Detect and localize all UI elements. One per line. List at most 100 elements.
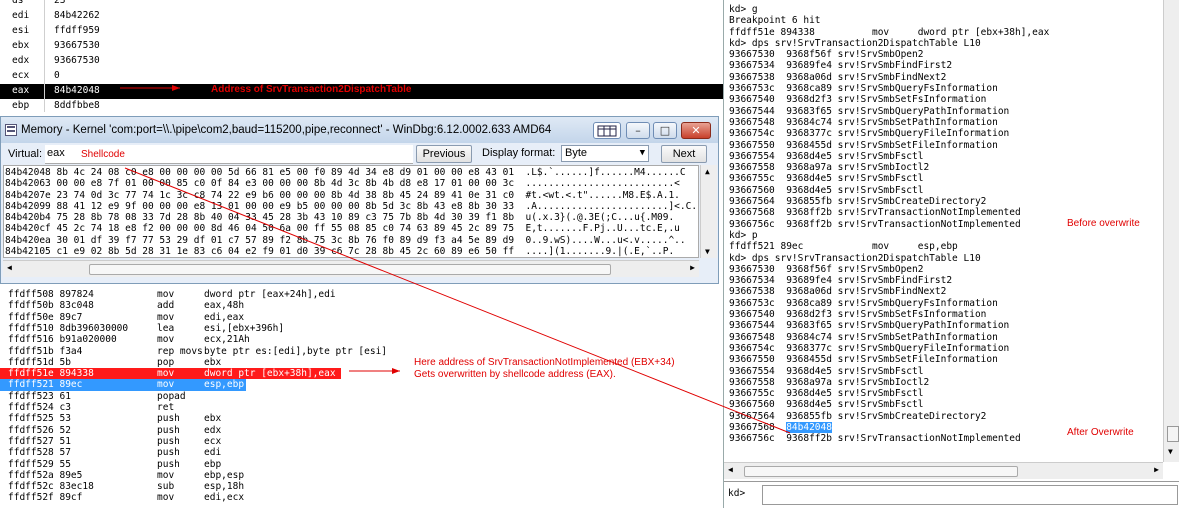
registers-pane: ds 23 edi 84b42262 esi ffdff959 ebx 93667530 edx…	[0, 0, 723, 112]
command-line-text: 93667564 936855fb srv!SrvSmbCreateDirect…	[729, 196, 987, 208]
command-line-text: 93667534 93689fe4 srv!SrvSmbFindFirst2	[729, 60, 953, 72]
command-output-line: 93667534 93689fe4 srv!SrvSmbFindFirst2	[729, 275, 1049, 286]
register-value: 93667530	[54, 40, 100, 51]
memory-toolbar: Virtual: eax Shellcode Previous Display …	[1, 143, 718, 165]
register-value: 8ddfbbe8	[54, 100, 100, 111]
virtual-input[interactable]: eax Shellcode	[45, 145, 413, 164]
grid-icon[interactable]	[593, 122, 621, 139]
command-line-text: 93667560 9368d4e5 srv!SrvSmbFsctl	[729, 184, 924, 196]
disasm-address: ffdff510 8db396030000	[8, 322, 129, 334]
register-row-esi[interactable]: esi ffdff959	[0, 24, 723, 39]
disasm-address: ffdff51e 894338	[8, 368, 94, 380]
command-line-text: 9366754c 9368377c srv!SrvSmbQueryFileInf…	[729, 128, 1010, 140]
disasm-mnemonic: push	[157, 435, 180, 447]
command-line-text: kd> dps srv!SrvTransaction2DispatchTable…	[729, 252, 981, 264]
disasm-operands: esp,ebp	[204, 379, 245, 391]
command-output-line: 93667534 93689fe4 srv!SrvSmbFindFirst2	[729, 60, 1049, 71]
display-format-label: Display format:	[482, 147, 556, 159]
register-row-ds[interactable]: ds 23	[0, 0, 723, 9]
command-output-line: 93667548 93684c74 srv!SrvSmbSetPathInfor…	[729, 117, 1049, 128]
command-output-line: 93667554 9368d4e5 srv!SrvSmbFsctl	[729, 151, 1049, 162]
disasm-address: ffdff52a 89e5	[8, 469, 83, 481]
command-input[interactable]	[762, 485, 1178, 505]
disasm-mnemonic: push	[157, 424, 180, 436]
command-output-line: kd> g	[729, 4, 1049, 15]
register-row-ebp[interactable]: ebp 8ddfbbe8	[0, 99, 723, 112]
memory-title-bar[interactable]: Memory - Kernel 'com:port=\\.\pipe\com2,…	[1, 117, 718, 143]
disasm-address: ffdff52c 83ec18	[8, 481, 94, 493]
disasm-address: ffdff521 89ec	[8, 379, 83, 391]
command-line-text: 93667558 9368a97a srv!SrvSmbIoctl2	[729, 376, 930, 388]
memory-dump[interactable]: 84b42048 8b 4c 24 08 c0 e8 00 00 00 00 5…	[3, 165, 699, 258]
memory-vertical-scrollbar[interactable]: ▲ ▼	[700, 165, 717, 258]
disasm-address: ffdff50e 89c7	[8, 311, 83, 323]
command-output-line: ffdff521 89ec mov esp,ebp	[729, 241, 1049, 252]
command-prompt: kd>	[728, 488, 746, 499]
disasm-operands: edi,eax	[204, 311, 245, 323]
command-line-text: 93667530 9368f56f srv!SrvSmbOpen2	[729, 49, 924, 61]
command-horizontal-scrollbar[interactable]: ◀ ▶	[724, 462, 1163, 479]
command-output-line: 93667544 93683f65 srv!SrvSmbQueryPathInf…	[729, 320, 1049, 331]
command-output-line: 9366754c 9368377c srv!SrvSmbQueryFileInf…	[729, 128, 1049, 139]
disasm-row[interactable]: ffdff51e 894338 mov dword ptr [ebx+38h],ea…	[0, 368, 341, 380]
command-line-text: kd> p	[729, 229, 758, 241]
disasm-address: ffdff516 b91a020000	[8, 334, 117, 346]
command-output-line: 9366753c 9368ca89 srv!SrvSmbQueryFsInfor…	[729, 83, 1049, 94]
memory-row: 84b42099 88 41 12 e9 9f 00 00 00 e8 13 0…	[5, 200, 699, 212]
command-line-text: 93667544 93683f65 srv!SrvSmbQueryPathInf…	[729, 320, 1010, 332]
register-row-ebx[interactable]: ebx 93667530	[0, 39, 723, 54]
command-output-line: 93667530 9368f56f srv!SrvSmbOpen2	[729, 49, 1049, 60]
disasm-row[interactable]: ffdff521 89ec mov esp,ebp	[0, 379, 246, 391]
command-output-line: 93667540 9368d2f3 srv!SrvSmbSetFsInforma…	[729, 309, 1049, 320]
command-line-text: 93667534 93689fe4 srv!SrvSmbFindFirst2	[729, 275, 953, 287]
register-value: 23	[54, 0, 66, 6]
register-value: 93667530	[54, 55, 100, 66]
register-name: ebp	[12, 100, 30, 111]
disasm-mnemonic: mov	[157, 311, 175, 323]
command-line-text: 9366756c 9368ff2b srv!SrvTransactionNotI…	[729, 218, 1021, 230]
memory-horizontal-scrollbar[interactable]: ◀ ▶	[3, 260, 699, 277]
command-line-text: 9366756c 9368ff2b srv!SrvTransactionNotI…	[729, 433, 1021, 445]
register-row-edx[interactable]: edx 93667530	[0, 54, 723, 69]
disasm-operands: ebx	[204, 413, 222, 425]
disasm-address: ffdff529 55	[8, 458, 71, 470]
disasm-mnemonic: push	[157, 447, 180, 459]
command-output-line: 93667538 9368a06d srv!SrvSmbFindNext2	[729, 286, 1049, 297]
disasm-mnemonic: rep movs	[157, 345, 203, 357]
command-line-text: kd> g	[729, 4, 758, 15]
maximize-icon[interactable]: □	[653, 122, 677, 139]
command-output-line: 93667554 9368d4e5 srv!SrvSmbFsctl	[729, 366, 1049, 377]
disasm-operands: edi	[204, 447, 222, 459]
command-line-text: 93667548 93684c74 srv!SrvSmbSetPathInfor…	[729, 116, 998, 128]
memory-row: 84b42048 8b 4c 24 08 c0 e8 00 00 00 00 5…	[5, 167, 686, 178]
disasm-operands: ebp,esp	[204, 469, 245, 481]
memory-row: 84b42105 c1 e9 02 8b 5d 28 31 1e 83 c6 0…	[5, 246, 675, 258]
register-row-ecx[interactable]: ecx 0	[0, 69, 723, 84]
command-output-line: 93667568 9368ff2b srv!SrvTransactionNotI…	[729, 207, 1049, 218]
command-line-text: Breakpoint 6 hit	[729, 15, 821, 27]
disasm-mnemonic: popad	[157, 390, 186, 402]
command-output-line: 9366756c 9368ff2b srv!SrvTransactionNotI…	[729, 219, 1049, 230]
command-line-text: 93667530 9368f56f srv!SrvSmbOpen2	[729, 263, 924, 275]
minimize-icon[interactable]: –	[626, 122, 650, 139]
register-value: ffdff959	[54, 25, 100, 36]
disasm-address: ffdff525 53	[8, 413, 71, 425]
command-line-text: 9366755c 9368d4e5 srv!SrvSmbFsctl	[729, 173, 924, 185]
previous-button[interactable]: Previous	[416, 145, 472, 163]
close-icon[interactable]: ✕	[681, 122, 711, 139]
disasm-operands: esp,18h	[204, 481, 245, 493]
command-line-text: 93667538 9368a06d srv!SrvSmbFindNext2	[729, 286, 947, 298]
display-format-select[interactable]: Byte ▼	[561, 145, 649, 162]
disasm-address: ffdff528 57	[8, 447, 71, 459]
register-row-edi[interactable]: edi 84b42262	[0, 9, 723, 24]
memory-window[interactable]: Memory - Kernel 'com:port=\\.\pipe\com2,…	[0, 116, 719, 284]
command-output-line: 93667550 9368455d srv!SrvSmbSetFileInfor…	[729, 354, 1049, 365]
command-output-line: 93667568 84b42048	[729, 421, 1049, 433]
command-vertical-scrollbar[interactable]: ▼	[1163, 0, 1179, 462]
command-line-text: 93667550 9368455d srv!SrvSmbSetFileInfor…	[729, 139, 998, 151]
next-button[interactable]: Next	[661, 145, 707, 163]
shellcode-label: Shellcode	[81, 149, 125, 160]
command-output-line: 93667558 9368a97a srv!SrvSmbIoctl2	[729, 377, 1049, 388]
disasm-mnemonic: lea	[157, 322, 175, 334]
disasm-mnemonic: pop	[157, 356, 175, 368]
